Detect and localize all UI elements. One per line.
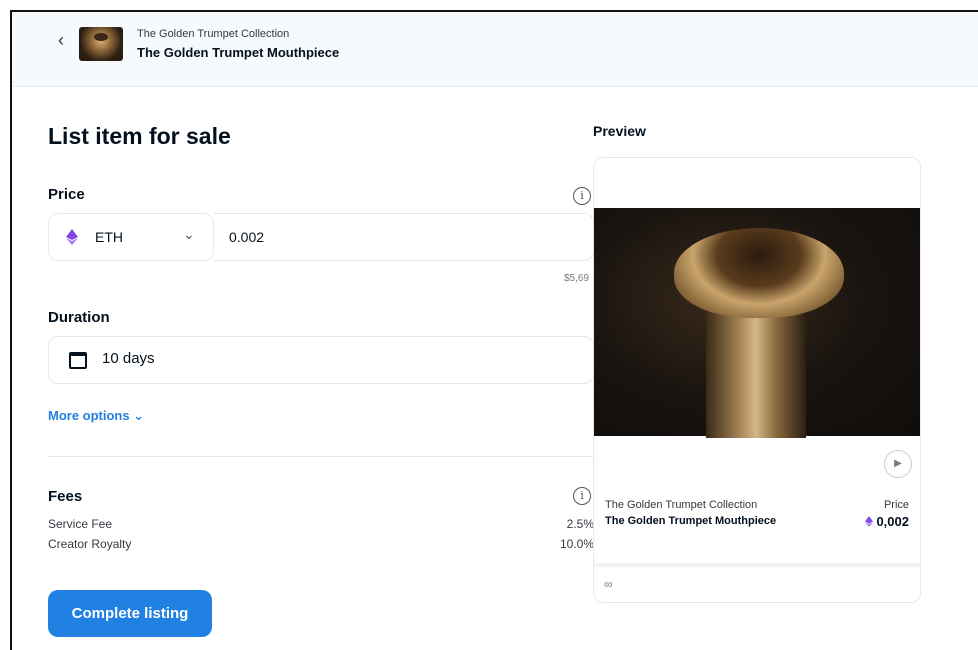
- duration-select[interactable]: 10 days: [48, 336, 594, 384]
- preview-label: Preview: [593, 123, 646, 139]
- chevron-down-icon: ⌄: [133, 408, 145, 423]
- card-price-label: Price: [883, 499, 909, 511]
- fee-value: 2.5%: [566, 517, 594, 531]
- header-collection-name: The Golden Trumpet Collection: [137, 28, 290, 40]
- fees-label: Fees: [48, 488, 83, 505]
- chevron-left-icon: ‹: [58, 30, 64, 50]
- chevron-down-icon: ⌄: [183, 226, 195, 242]
- item-thumbnail: [79, 27, 123, 61]
- card-collection-name: The Golden Trumpet Collection: [605, 499, 758, 511]
- preview-card[interactable]: ▶ The Golden Trumpet Collection The Gold…: [593, 157, 921, 603]
- item-image: [594, 208, 920, 438]
- fee-row-service: Service Fee 2.5%: [48, 517, 594, 531]
- card-item-name: The Golden Trumpet Mouthpiece: [605, 515, 777, 527]
- card-price: 0,002: [865, 514, 909, 529]
- mouthpiece-cup: [674, 228, 844, 318]
- duration-label: Duration: [48, 309, 110, 326]
- duration-value: 10 days: [102, 350, 155, 367]
- more-options-label: More options: [48, 408, 130, 423]
- fee-value: 10.0%: [559, 537, 594, 551]
- back-button[interactable]: ‹: [52, 30, 70, 50]
- complete-listing-button[interactable]: Complete listing: [48, 590, 212, 637]
- header-item-name: The Golden Trumpet Mouthpiece: [137, 45, 340, 60]
- eth-icon: [865, 516, 874, 527]
- divider: [48, 456, 594, 457]
- currency-select[interactable]: ETH ⌄: [48, 213, 214, 261]
- price-info-icon[interactable]: i: [573, 187, 591, 205]
- card-price-value: 0,002: [876, 514, 909, 529]
- more-options-link[interactable]: More options ⌄: [48, 408, 144, 424]
- price-input[interactable]: 0.002: [214, 213, 594, 261]
- page-title: List item for sale: [48, 123, 231, 149]
- price-label: Price: [48, 186, 85, 203]
- listing-page: ‹ The Golden Trumpet Collection The Gold…: [10, 10, 978, 650]
- fee-name: Creator Royalty: [48, 537, 132, 551]
- usd-value: $5,69: [564, 273, 590, 284]
- fee-name: Service Fee: [48, 517, 113, 531]
- card-footer: ∞: [594, 563, 920, 602]
- fees-info-icon[interactable]: i: [573, 487, 591, 505]
- play-icon: ▶: [894, 458, 902, 469]
- link-icon: ∞: [604, 577, 613, 591]
- calendar-icon: [69, 352, 87, 369]
- top-bar: ‹ The Golden Trumpet Collection The Gold…: [12, 12, 978, 87]
- mouthpiece-stem: [706, 298, 806, 438]
- eth-icon: [66, 229, 78, 245]
- fee-row-royalty: Creator Royalty 10.0%: [48, 537, 594, 551]
- currency-value: ETH: [95, 229, 123, 245]
- play-button[interactable]: ▶: [884, 450, 912, 478]
